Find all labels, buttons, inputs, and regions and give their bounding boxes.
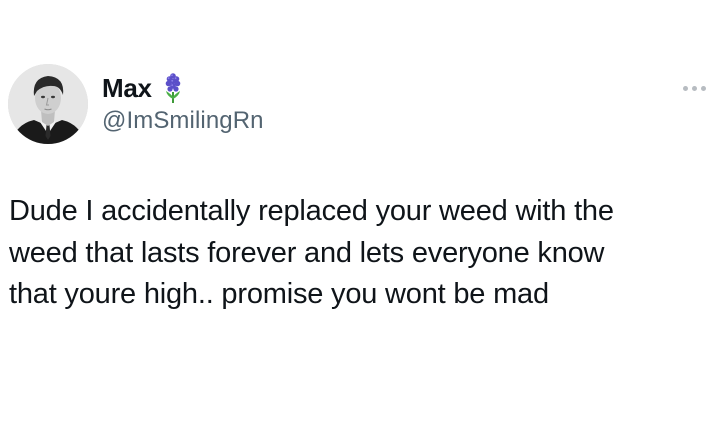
more-options-icon bbox=[682, 85, 688, 91]
more-options-icon bbox=[700, 85, 706, 91]
more-options-icon bbox=[691, 85, 697, 91]
author-name-row: Max bbox=[102, 72, 184, 104]
author-handle[interactable]: @ImSmilingRn bbox=[102, 106, 264, 136]
hyacinth-flower-icon bbox=[162, 72, 184, 104]
display-name[interactable]: Max bbox=[102, 72, 152, 104]
tweet-card: Max @ImSmilingRn Dude I accidentally rep… bbox=[0, 0, 720, 435]
tweet-text-line: weed that lasts forever and lets everyon… bbox=[9, 236, 605, 269]
profile-photo-icon bbox=[8, 64, 88, 144]
tweet-text-line: Dude I accidentally replaced your weed w… bbox=[9, 195, 614, 227]
more-options-button[interactable] bbox=[676, 78, 712, 98]
tweet-text-line: that youre high.. promise you wont be ma… bbox=[9, 278, 549, 310]
avatar[interactable] bbox=[8, 64, 88, 144]
tweet-text: Dude I accidentally replaced your weed w… bbox=[9, 191, 709, 316]
